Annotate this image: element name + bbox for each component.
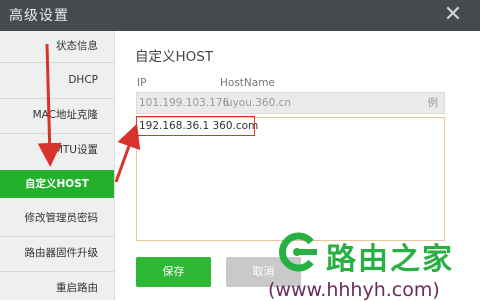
sidebar-item-label: 路由器固件升级	[24, 247, 99, 259]
sidebar-item-dhcp[interactable]: DHCP	[0, 67, 114, 93]
sidebar-divider	[0, 133, 114, 134]
sidebar: 状态信息 DHCP MAC地址克隆 MTU设置 自定义HOST 修改管理员密码 …	[0, 31, 115, 300]
sidebar-divider	[0, 236, 114, 237]
sidebar-item-status[interactable]: 状态信息	[0, 33, 114, 59]
example-tag: 例	[427, 97, 439, 109]
sidebar-divider	[0, 98, 114, 99]
sidebar-item-label: 修改管理员密码	[24, 212, 99, 224]
close-icon[interactable]: ✕	[440, 2, 466, 28]
watermark-logo-icon	[279, 232, 317, 272]
window-title: 高级设置	[9, 8, 69, 24]
watermark-text: 路由之家	[326, 242, 454, 277]
default-host-hostname: luyou.360.cn	[223, 97, 292, 109]
sidebar-item-mac-clone[interactable]: MAC地址克隆	[0, 102, 114, 128]
column-header-ip: IP	[137, 77, 147, 89]
sidebar-item-label: 状态信息	[56, 40, 98, 52]
column-header-hostname: HostName	[220, 77, 275, 89]
sidebar-item-admin-password[interactable]: 修改管理员密码	[0, 205, 114, 231]
sidebar-divider	[0, 62, 114, 63]
sidebar-item-label: 自定义HOST	[25, 178, 89, 190]
save-button[interactable]: 保存	[136, 257, 211, 287]
sidebar-divider	[0, 271, 114, 272]
title-bar: 高级设置 ✕	[0, 0, 480, 31]
sidebar-item-label: DHCP	[68, 74, 98, 86]
sidebar-item-firmware-upgrade[interactable]: 路由器固件升级	[0, 240, 114, 266]
watermark-url: (www.hhhyh.com)	[268, 279, 440, 301]
sidebar-item-label: MTU设置	[53, 144, 98, 156]
page-title: 自定义HOST	[135, 49, 214, 65]
sidebar-item-reboot[interactable]: 重启路由	[0, 275, 114, 301]
default-host-row: 101.199.103.176 luyou.360.cn 例	[136, 92, 445, 114]
sidebar-item-custom-host[interactable]: 自定义HOST	[0, 170, 114, 198]
sidebar-item-label: MAC地址克隆	[32, 109, 98, 121]
default-host-ip: 101.199.103.176	[139, 97, 230, 109]
highlight-box	[136, 116, 255, 136]
sidebar-item-mtu[interactable]: MTU设置	[0, 137, 114, 163]
sidebar-item-label: 重启路由	[56, 282, 98, 294]
